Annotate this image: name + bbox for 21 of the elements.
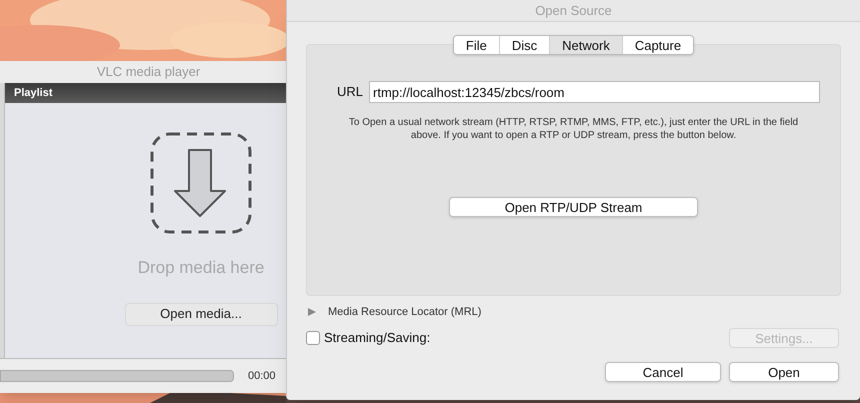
dialog-title: Open Source bbox=[535, 2, 612, 20]
time-label: 00:00 bbox=[248, 368, 276, 384]
open-rtp-udp-stream-button[interactable]: Open RTP/UDP Stream bbox=[449, 197, 698, 217]
streaming-label: Streaming/Saving: bbox=[324, 329, 430, 348]
url-field[interactable]: rtmp://localhost:12345/zbcs/room bbox=[369, 81, 820, 103]
url-label: URL bbox=[337, 83, 364, 102]
progress-track[interactable] bbox=[0, 370, 234, 382]
disclosure-triangle-icon[interactable] bbox=[308, 308, 316, 316]
open-button[interactable]: Open bbox=[729, 362, 839, 382]
streaming-checkbox[interactable] bbox=[306, 331, 320, 345]
help-text: To Open a usual network stream (HTTP, RTSP, RTMP, MMS, FTP, etc.), just enter the URL in the field above. If you want to open a RTP or UDP stream, press the button below. bbox=[348, 116, 800, 142]
tab[interactable]: Network bbox=[549, 36, 622, 54]
open-media-button[interactable]: Open media... bbox=[124, 302, 278, 326]
tab[interactable]: File bbox=[454, 36, 499, 54]
tab[interactable]: Disc bbox=[498, 36, 550, 54]
playlist-title: Playlist bbox=[14, 86, 53, 101]
tab[interactable]: Capture bbox=[622, 36, 694, 54]
drop-hint: Drop media here bbox=[138, 257, 264, 279]
mrl-label: Media Resource Locator (MRL) bbox=[328, 304, 482, 320]
cancel-button[interactable]: Cancel bbox=[605, 362, 721, 382]
window-title: VLC media player bbox=[96, 63, 200, 82]
